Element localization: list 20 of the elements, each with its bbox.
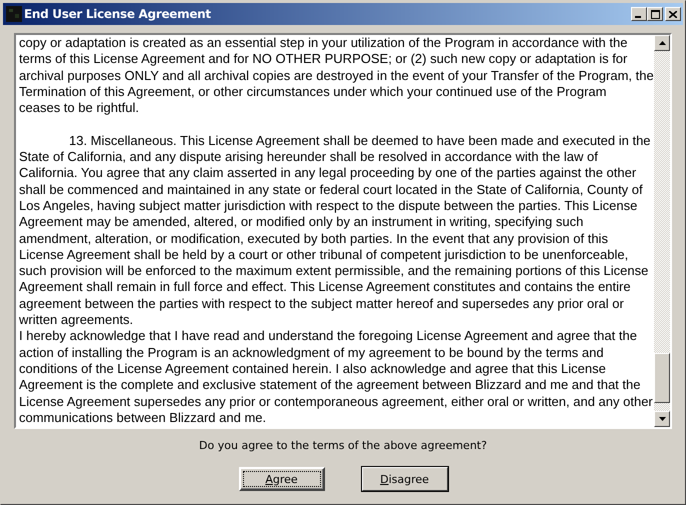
license-paragraph: I hereby acknowledge that I have read and understand the foregoing License Agreement and agree that the action of installing the Program is an acknowledgment of my agreement to be bound by the terms and conditions of the License Agreement contained herein. I also acknowledge and agree that this License Agreement is the complete and exclusive statement of the agreement between Blizzard and me and that the License Agreement supersedes any prior or contemporaneous agreement, either oral or written, and any other communications between Blizzard and me. — [19, 328, 654, 426]
down-arrow-icon — [658, 417, 666, 421]
maximize-icon — [650, 10, 660, 18]
scroll-thumb[interactable] — [654, 353, 670, 403]
window-title: End User License Agreement — [24, 7, 211, 21]
scroll-up-button[interactable] — [654, 35, 670, 51]
maximize-button[interactable] — [647, 7, 663, 21]
close-icon — [669, 10, 677, 18]
license-text-box[interactable] — [14, 33, 672, 429]
license-paragraph: 13. Miscellaneous. This License Agreement shall be deemed to have been made and executed in the State of California, and any dispute arising hereunder shall be resolved in accordance with the law of California. You agree that any claim asserted in any legal proceeding by one of the parties against the other shall be commenced and maintained in any state or federal court located in the State of California, County of Los Angeles, having subject matter jurisdiction with respect to the dispute between the parties. This License Agreement may be amended, altered, or modified only by an instrument in writing, specifying such amendment, alteration, or modification, executed by both parties. In the event that any provision of this License Agreement shall be held by a court or other tribunal of competent jurisdiction to be unenforceable, such provision will be enforced to the maximum extent permissible, and the remaining portions of this License Agreement shall remain in full force and effect. This License Agreement constitutes and contains the entire agreement between the parties with respect to the subject matter hereof and supersedes any prior oral or written agreements. — [19, 132, 652, 328]
agreement-question: Do you agree to the terms of the above agreement? — [198, 439, 488, 452]
agree-button[interactable]: Agree — [238, 467, 324, 491]
close-button[interactable] — [665, 7, 681, 21]
up-arrow-icon — [658, 41, 666, 45]
scrollbar[interactable] — [654, 35, 670, 427]
scroll-down-button[interactable] — [654, 411, 670, 427]
minimize-button[interactable] — [631, 7, 647, 21]
app-icon — [6, 6, 22, 22]
license-paragraph: copy or adaptation is created as an essential step in your utilization of the Program in accordance with the terms of this License Agreement and for NO OTHER PURPOSE; or (2) such new copy or adaptation is for archival purposes ONLY and all archival copies are destroyed in the event of your Transfer of the Program, the Termination of this Agreement, or other circumstances under which your continued use of the Program ceases to be rightful. — [19, 35, 654, 116]
disagree-button[interactable]: Disagree — [362, 467, 448, 491]
